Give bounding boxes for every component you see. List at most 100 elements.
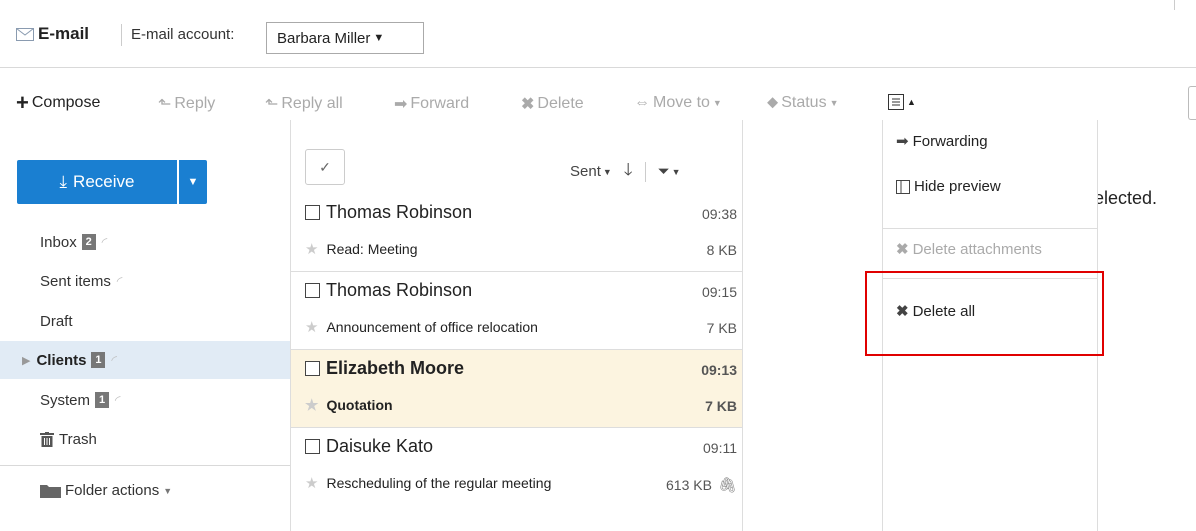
sender-name: Elizabeth Moore bbox=[326, 358, 465, 378]
unread-badge: 1 bbox=[95, 392, 110, 408]
receive-dropdown-button[interactable]: ▼ bbox=[179, 160, 207, 204]
account-select[interactable]: Barbara Miller ▼ bbox=[266, 22, 424, 54]
select-all-checkbox[interactable]: ✓ bbox=[305, 149, 345, 185]
folder-actions-button[interactable]: Folder actions ▼ bbox=[40, 482, 172, 499]
menu-item-hide-preview[interactable]: Hide preview bbox=[896, 178, 1001, 195]
caret-down-icon: ▼ bbox=[671, 166, 681, 177]
folder-trash[interactable]: Trash bbox=[0, 420, 290, 458]
message-size: 613 KB 🖇 bbox=[666, 476, 737, 494]
folder-clients[interactable]: ▶ Clients 1 ◜ bbox=[0, 341, 290, 379]
message-row[interactable]: Thomas Robinson 09:38 ★ Read: Meeting 8 … bbox=[291, 194, 742, 272]
message-row[interactable]: Elizabeth Moore 09:13 ★ Quotation 7 KB bbox=[291, 350, 742, 428]
sender-name: Thomas Robinson bbox=[326, 202, 473, 222]
folder-system[interactable]: System 1 ◜ bbox=[0, 381, 290, 419]
forward-arrow-icon: ➡ bbox=[896, 133, 909, 150]
account-value: Barbara Miller bbox=[277, 29, 371, 47]
menu-item-label: Hide preview bbox=[914, 178, 1001, 195]
folder-sent-items[interactable]: Sent items ◜ bbox=[0, 262, 290, 300]
folder-inbox[interactable]: Inbox 2 ◜ bbox=[0, 223, 290, 261]
message-subject: ★ Read: Meeting bbox=[305, 240, 418, 258]
filter-button[interactable]: ⏷ ▼ bbox=[658, 163, 681, 180]
paperclip-icon: 🖇 bbox=[717, 477, 737, 494]
sender-name: Daisuke Kato bbox=[326, 436, 434, 456]
reply-all-icon: ⬑ bbox=[265, 96, 279, 113]
move-to-button[interactable]: ⇔ Move to ▼ bbox=[634, 94, 722, 112]
menu-item-delete-attachments[interactable]: ✖ Delete attachments bbox=[896, 240, 1042, 259]
folder-icon bbox=[40, 484, 61, 498]
status-label: Status bbox=[781, 94, 827, 111]
status-button[interactable]: ⬥ Status ▼ bbox=[767, 94, 838, 112]
folder-label: Draft bbox=[40, 312, 73, 330]
message-sender: Thomas Robinson bbox=[305, 280, 472, 301]
message-checkbox[interactable] bbox=[305, 205, 320, 220]
folder-label: System bbox=[40, 391, 91, 409]
message-size: 7 KB bbox=[707, 320, 737, 336]
menu-item-label: Forwarding bbox=[912, 132, 988, 150]
sort-field-button[interactable]: Sent ▼ bbox=[570, 163, 612, 180]
reply-all-button[interactable]: ⬑ Reply all bbox=[265, 94, 343, 114]
sort-controls: Sent ▼ 🡓 ⏷ ▼ bbox=[570, 157, 681, 186]
forward-button[interactable]: ➡ Forward bbox=[394, 94, 469, 114]
preview-pane-icon bbox=[896, 179, 910, 194]
receive-button[interactable]: ⤓ Receive bbox=[17, 160, 177, 204]
message-sender: Thomas Robinson bbox=[305, 202, 472, 223]
caret-down-icon: ▼ bbox=[373, 32, 385, 44]
search-box-edge[interactable] bbox=[1188, 86, 1196, 120]
reply-icon: ⬑ bbox=[158, 96, 172, 113]
star-icon[interactable]: ★ bbox=[305, 474, 318, 492]
rss-icon: ◜ bbox=[114, 393, 119, 407]
reply-button[interactable]: ⬑ Reply bbox=[158, 94, 215, 114]
size-text: 8 KB bbox=[706, 242, 737, 258]
app-title: E-mail bbox=[16, 24, 89, 44]
unread-badge: 2 bbox=[81, 234, 96, 250]
message-subject: ★ Announcement of office relocation bbox=[305, 318, 538, 336]
divider bbox=[1174, 0, 1175, 10]
message-checkbox[interactable] bbox=[305, 283, 320, 298]
filter-funnel-icon: ⏷ bbox=[657, 163, 670, 180]
folder-label: Trash bbox=[59, 430, 97, 448]
compose-button[interactable]: + Compose bbox=[16, 90, 101, 115]
more-options-button[interactable]: ▲ bbox=[888, 94, 916, 110]
subject-text: Read: Meeting bbox=[326, 241, 418, 257]
rss-icon: ◜ bbox=[110, 353, 116, 367]
menu-item-label: Delete attachments bbox=[912, 240, 1042, 258]
folder-draft[interactable]: Draft bbox=[0, 302, 290, 340]
compose-label: Compose bbox=[31, 94, 101, 111]
message-checkbox[interactable] bbox=[305, 361, 320, 376]
highlight-box bbox=[865, 271, 1104, 356]
message-sender: Daisuke Kato bbox=[305, 436, 433, 457]
subject-text: Announcement of office relocation bbox=[326, 319, 538, 335]
star-icon[interactable]: ★ bbox=[305, 240, 318, 258]
rss-icon: ◜ bbox=[115, 274, 121, 288]
message-subject: ★ Quotation bbox=[305, 396, 393, 414]
folder-label: Sent items bbox=[40, 272, 111, 290]
star-icon[interactable]: ★ bbox=[305, 396, 318, 414]
message-size: 8 KB bbox=[707, 242, 737, 258]
checkmark-icon: ✓ bbox=[319, 158, 331, 175]
caret-up-icon: ▲ bbox=[907, 97, 916, 107]
plus-icon: + bbox=[16, 90, 29, 115]
size-text: 7 KB bbox=[705, 398, 737, 414]
message-subject: ★ Rescheduling of the regular meeting bbox=[305, 474, 551, 492]
message-checkbox[interactable] bbox=[305, 439, 320, 454]
message-row[interactable]: Thomas Robinson 09:15 ★ Announcement of … bbox=[291, 272, 742, 350]
size-text: 613 KB bbox=[666, 477, 712, 493]
move-to-label: Move to bbox=[653, 94, 710, 111]
caret-down-icon: ▼ bbox=[712, 98, 722, 108]
menu-item-forwarding[interactable]: ➡ Forwarding bbox=[896, 132, 988, 151]
reply-label: Reply bbox=[174, 95, 216, 112]
delete-button[interactable]: ✖ Delete bbox=[521, 94, 584, 114]
delete-label: Delete bbox=[537, 95, 584, 112]
message-row[interactable]: Daisuke Kato 09:11 ★ Rescheduling of the… bbox=[291, 428, 742, 506]
message-time: 09:15 bbox=[701, 284, 737, 300]
star-icon[interactable]: ★ bbox=[305, 318, 318, 336]
reply-all-label: Reply all bbox=[281, 95, 343, 112]
forward-label: Forward bbox=[410, 95, 470, 112]
envelope-icon bbox=[16, 27, 34, 41]
sort-descending-icon[interactable]: 🡓 bbox=[624, 157, 633, 186]
message-sender: Elizabeth Moore bbox=[305, 358, 464, 379]
caret-down-icon: ▼ bbox=[187, 176, 199, 188]
folder-actions-label: Folder actions bbox=[65, 482, 160, 499]
forward-arrow-icon: ➡ bbox=[394, 96, 408, 113]
caret-down-icon: ▼ bbox=[602, 166, 612, 177]
